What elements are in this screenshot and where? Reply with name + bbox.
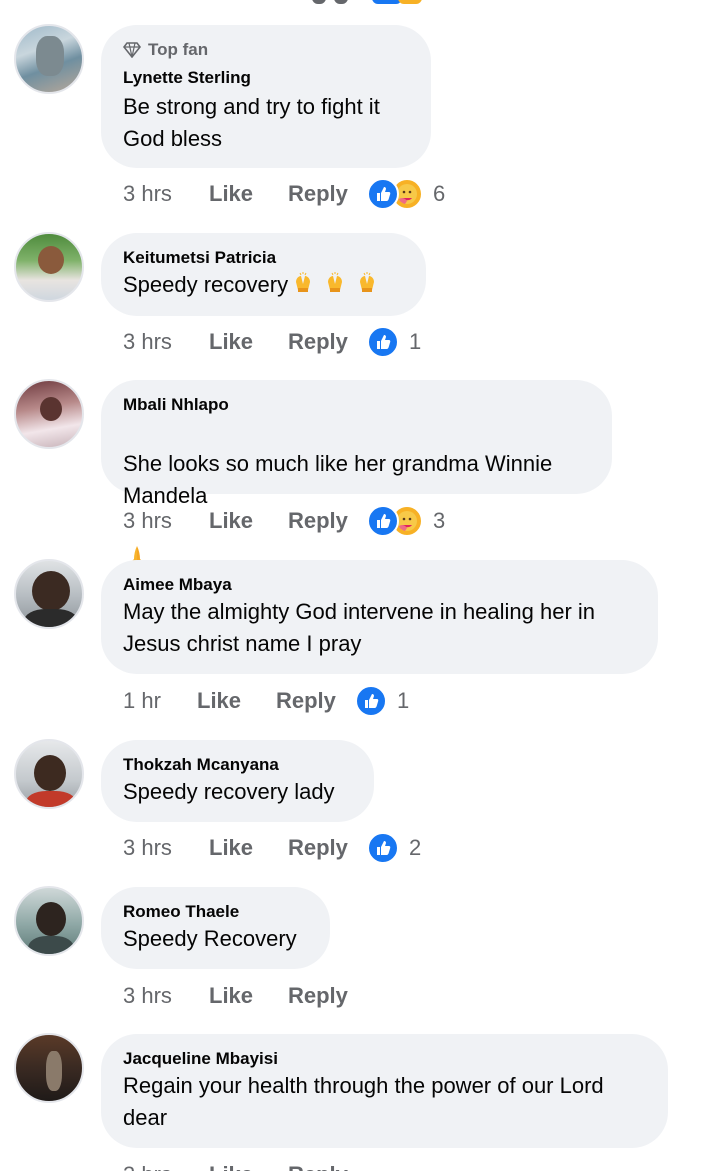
comment-actions: 1 hr Like Reply 1 (123, 685, 409, 717)
sliver-mark-1 (312, 0, 326, 4)
like-reaction-icon (367, 505, 399, 537)
reaction-count: 6 (433, 181, 446, 206)
comment-actions: 3 hrs Like Reply 2 (123, 832, 421, 864)
comment-author[interactable]: Mbali Nhlapo (123, 394, 590, 416)
comment-actions: 3 hrs Like Reply 1 (123, 326, 421, 358)
comment-bubble: Mbali Nhlapo She looks so much like her … (101, 380, 612, 569)
previous-reactions-sliver (312, 0, 432, 4)
comment-author[interactable]: Aimee Mbaya (123, 574, 636, 596)
comment-text: Be strong and try to fight it God bless (123, 94, 380, 151)
comment-time[interactable]: 3 hrs (123, 1162, 209, 1171)
like-button[interactable]: Like (209, 835, 288, 861)
comment-actions: 3 hrs Like Reply (123, 981, 367, 1011)
reaction-count: 1 (409, 329, 422, 354)
reply-button[interactable]: Reply (288, 329, 367, 355)
avatar[interactable] (14, 739, 84, 809)
avatar[interactable] (14, 232, 84, 302)
like-button[interactable]: Like (209, 329, 288, 355)
avatar[interactable] (14, 559, 84, 629)
reaction-summary[interactable]: 1 (367, 326, 421, 358)
avatar[interactable] (14, 24, 84, 94)
reaction-summary[interactable]: 6 (367, 178, 445, 210)
comment-bubble: Romeo Thaele Speedy Recovery (101, 887, 330, 969)
reply-button[interactable]: Reply (288, 1162, 367, 1171)
sliver-care-icon (398, 0, 422, 4)
comment-bubble: Jacqueline Mbayisi Regain your health th… (101, 1034, 668, 1148)
like-button[interactable]: Like (209, 508, 288, 534)
like-reaction-icon (367, 178, 399, 210)
like-button[interactable]: Like (209, 1162, 288, 1171)
like-reaction-icon (367, 832, 399, 864)
comment-text: Regain your health through the power of … (123, 1073, 604, 1130)
comment-author[interactable]: Jacqueline Mbayisi (123, 1048, 646, 1070)
comment-text: Speedy recovery lady (123, 779, 335, 804)
comment-bubble: Aimee Mbaya May the almighty God interve… (101, 560, 658, 674)
like-reaction-icon (367, 326, 399, 358)
comment-author[interactable]: Thokzah Mcanyana (123, 754, 352, 776)
reply-button[interactable]: Reply (288, 508, 367, 534)
badge-label: Top fan (148, 40, 209, 59)
comment-time[interactable]: 3 hrs (123, 983, 209, 1009)
reaction-summary[interactable]: 2 (367, 832, 421, 864)
avatar[interactable] (14, 379, 84, 449)
reply-button[interactable]: Reply (276, 688, 355, 714)
comment-time[interactable]: 1 hr (123, 688, 197, 714)
comment-author[interactable]: Lynette Sterling (123, 67, 409, 89)
reply-button[interactable]: Reply (288, 835, 367, 861)
comment-time[interactable]: 3 hrs (123, 181, 209, 207)
avatar[interactable] (14, 1033, 84, 1103)
comment-author[interactable]: Keitumetsi Patricia (123, 247, 404, 269)
like-reaction-icon (355, 685, 387, 717)
comment-actions: 3 hrs Like Reply 6 (123, 178, 445, 210)
comment-time[interactable]: 3 hrs (123, 329, 209, 355)
sliver-mark-2 (334, 0, 348, 4)
reply-button[interactable]: Reply (288, 181, 367, 207)
comment-text: Speedy Recovery (123, 926, 297, 951)
reply-button[interactable]: Reply (288, 983, 367, 1009)
avatar[interactable] (14, 886, 84, 956)
comment-bubble: Top fan Lynette Sterling Be strong and t… (101, 25, 431, 168)
reaction-count: 1 (397, 688, 410, 713)
comment-actions: 3 hrs Like Reply 3 (123, 505, 445, 537)
comment-text: She looks so much like her grandma Winni… (123, 451, 553, 508)
diamond-icon (123, 42, 141, 58)
reaction-summary[interactable]: 1 (355, 685, 409, 717)
comment-bubble: Keitumetsi Patricia Speedy recovery (101, 233, 426, 316)
reaction-summary[interactable]: 3 (367, 505, 445, 537)
top-fan-badge: Top fan (123, 39, 409, 61)
like-button[interactable]: Like (209, 181, 288, 207)
comment-time[interactable]: 3 hrs (123, 835, 209, 861)
like-button[interactable]: Like (209, 983, 288, 1009)
comment-author[interactable]: Romeo Thaele (123, 901, 308, 923)
comment-text: May the almighty God intervene in healin… (123, 599, 596, 656)
reaction-count: 2 (409, 835, 422, 860)
comment-text-row: She looks so much like her grandma Winni… (123, 416, 590, 579)
comment-actions: 3 hrs Like Reply (123, 1160, 367, 1171)
comment-bubble: Thokzah Mcanyana Speedy recovery lady (101, 740, 374, 822)
reaction-count: 3 (433, 508, 446, 533)
comment-time[interactable]: 3 hrs (123, 508, 209, 534)
comment-text-row: Speedy recovery (123, 269, 404, 303)
like-button[interactable]: Like (197, 688, 276, 714)
sliver-like-icon (372, 0, 402, 4)
comment-text: Speedy recovery (123, 272, 289, 297)
raised-hands-emoji (294, 270, 390, 303)
